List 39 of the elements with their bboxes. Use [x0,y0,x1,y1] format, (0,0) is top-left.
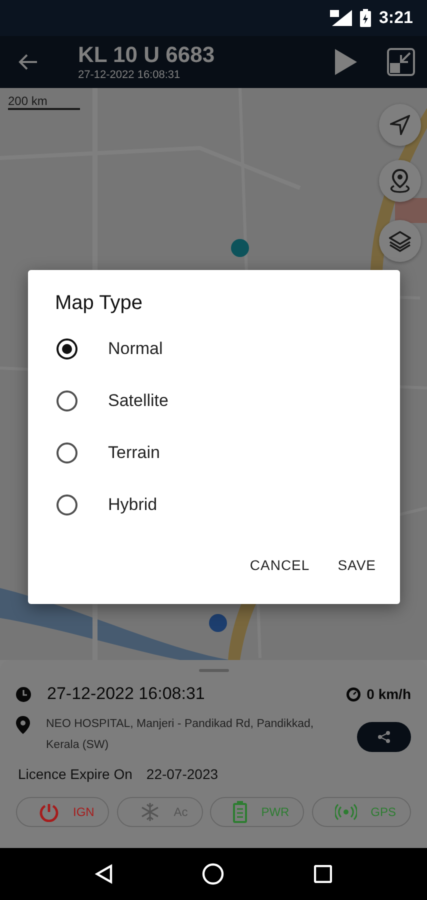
navigation-arrow-icon [390,115,410,135]
radio-option[interactable]: Satellite [28,375,400,427]
clock-time: 3:21 [378,8,413,28]
radio-button[interactable] [56,494,78,516]
radio-option[interactable]: Hybrid [28,479,400,531]
signal-icon [330,10,352,26]
chip-label: GPS [370,805,396,819]
share-button[interactable] [357,722,411,752]
back-icon[interactable] [94,864,113,884]
radio-option[interactable]: Terrain [28,427,400,479]
home-icon[interactable] [202,863,224,885]
radio-button[interactable] [56,442,78,464]
address-text: NEO HOSPITAL, Manjeri - Pandikad Rd, Pandikkad, Kerala (SW) [46,717,315,753]
licence-date: 22-07-2023 [146,766,218,782]
minimize-icon[interactable] [387,48,415,76]
location-pin-icon [16,716,30,734]
chip-label: IGN [73,805,94,819]
radio-option[interactable]: Normal [28,323,400,375]
timestamp: 27-12-2022 16:08:31 [78,68,182,82]
chip-label: PWR [261,805,290,819]
back-arrow-icon[interactable] [18,53,38,71]
dialog-button[interactable]: SAVE [328,549,386,581]
share-icon [377,730,391,744]
layers-icon [389,230,411,252]
dialog-title: Map Type [55,292,144,315]
map-scale-label: 200 km [8,94,80,110]
recents-icon[interactable] [314,865,332,883]
dialog-button[interactable]: CANCEL [240,549,320,581]
location-pin-icon [389,169,411,193]
datetime-text: 27-12-2022 16:08:31 [47,684,206,704]
radio-button[interactable] [56,390,78,412]
licence-label: Licence Expire On [18,766,132,782]
speedometer-icon [346,686,361,702]
clock-icon [16,686,31,702]
battery-icon [360,9,371,27]
radio-button[interactable] [56,338,78,360]
speed-text: 0 km/h [366,686,411,702]
vehicle-title: KL 10 U 6683 [78,42,216,68]
play-icon[interactable] [335,49,357,75]
